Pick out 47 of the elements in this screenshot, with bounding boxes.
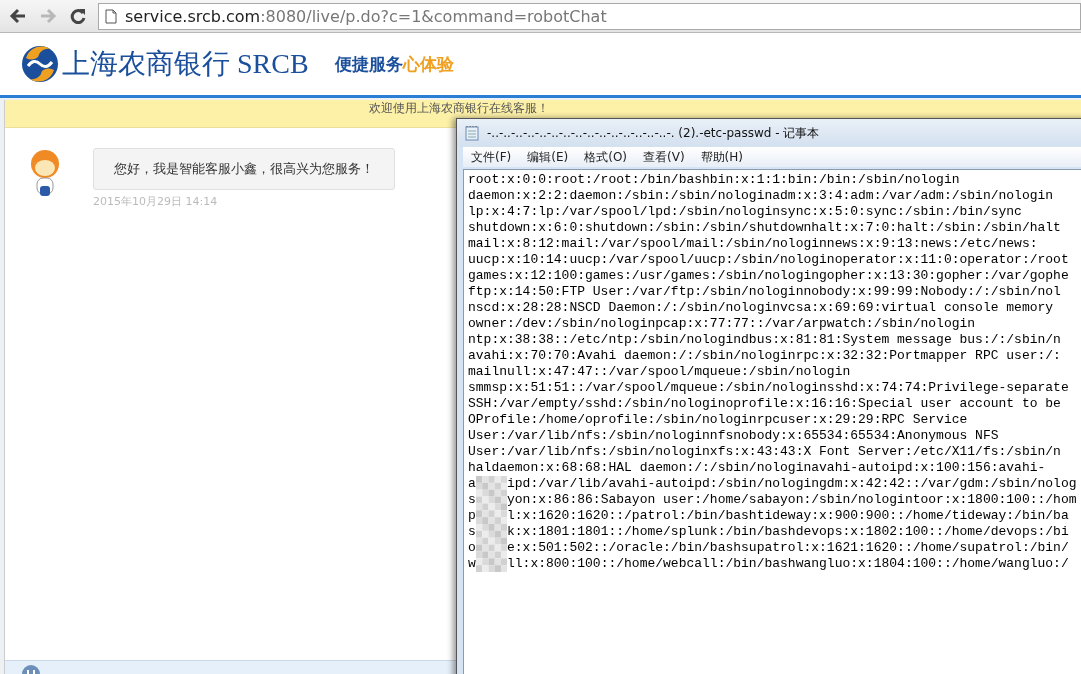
menu-item[interactable]: 编辑(E)	[519, 148, 577, 166]
bank-name: 上海农商银行 SRCB	[62, 47, 309, 81]
back-icon[interactable]	[9, 8, 27, 24]
chat-bubble: 您好，我是智能客服小鑫，很高兴为您服务！	[93, 148, 395, 190]
text-line: yon:x:86:86:Sabayon user:/home/sabayon:/sbin/nologintoor:x:1800:100::/hom	[507, 492, 1077, 508]
text-fragment: p	[468, 508, 476, 524]
address-bar[interactable]: service.srcb.com:8080/live/p.do?c=1&command=robotChat	[98, 2, 1081, 30]
slogan-text: 便捷服务	[334, 52, 403, 76]
text-fragment: w	[468, 556, 476, 572]
text-line: lp:x:4:7:lp:/var/spool/lpd:/sbin/nologinsync:x:5:0:sync:/sbin:/bin/sync	[468, 204, 1022, 220]
text-line: ipd:/var/lib/avahi-autoipd:/sbin/nologingdm:x:42:42::/var/gdm:/sbin/nolog	[507, 476, 1077, 492]
text-line: mailnull:x:47:47::/var/spool/mqueue:/sbin/nologin	[468, 364, 851, 380]
message-time: 2015年10月29日 14:14	[93, 194, 219, 209]
text-line: ntp:x:38:38::/etc/ntp:/sbin/nologindbus:x:81:81:System message bus:/:/sbin/n	[468, 332, 1061, 348]
notepad-icon	[465, 125, 479, 141]
text-line: owner:/dev:/sbin/nologinpcap:x:77:77::/var/arpwatch:/sbin/nologin	[468, 316, 976, 332]
text-line: User:/var/lib/nfs:/sbin/nologinnfsnobody:x:65534:65534:Anonymous NFS	[468, 428, 999, 444]
menu-item[interactable]: 查看(V)	[635, 148, 693, 166]
page-icon	[105, 8, 117, 24]
text-line: ll:x:800:100::/home/webcall:/bin/bashwangluo:x:1804:100::/home/wangluo:/	[507, 556, 1069, 572]
text-line: nscd:x:28:28:NSCD Daemon:/:/sbin/nologinvcsa:x:69:69:virtual console memory	[468, 300, 1054, 316]
text-line: mail:x:8:12:mail:/var/spool/mail:/sbin/nologinnews:x:9:13:news:/etc/news:	[468, 236, 1038, 252]
slogan-accent: 心体验	[402, 52, 454, 76]
text-fragment: o	[468, 540, 476, 556]
menu-item[interactable]: 格式(O)	[576, 148, 636, 166]
menu-item[interactable]: 文件(F)	[463, 148, 520, 166]
text-line: User:/var/lib/nfs:/sbin/nologinxfs:x:43:43:X Font Server:/etc/X11/fs:/sbin/n	[468, 444, 1061, 460]
text-fragment: s	[468, 524, 476, 540]
text-line: shutdown:x:6:0:shutdown:/sbin:/sbin/shutdownhalt:x:7:0:halt:/sbin:/sbin/halt	[468, 220, 1061, 236]
text-line: games:x:12:100:games:/usr/games:/sbin/nologingopher:x:13:30:gopher:/var/gophe	[468, 268, 1069, 284]
bank-logo-icon	[20, 44, 60, 84]
text-line: e:x:501:502::/oracle:/bin/bashsupatrol:x:1621:1620::/home/supatrol:/bin/	[507, 540, 1069, 556]
text-line: ftp:x:14:50:FTP User:/var/ftp:/sbin/nologinnobody:x:99:99:Nobody:/:/sbin/nol	[468, 284, 1061, 300]
menu-item[interactable]: 帮助(H)	[692, 148, 751, 166]
text-line: haldaemon:x:68:68:HAL daemon:/:/sbin/nologinavahi-autoipd:x:100:156:avahi-	[468, 460, 1046, 476]
text-line: root:x:0:0:root:/root:/bin/bashbin:x:1:1:bin:/bin:/sbin/nologin	[468, 172, 960, 188]
text-line: l:x:1620:1620::/patrol:/bin/bashtideway:x:900:900::/home/tideway:/bin/ba	[507, 508, 1069, 524]
text-line: SSH:/var/empty/sshd:/sbin/nologinoprofile:x:16:16:Special user account to be	[468, 396, 1061, 412]
text-line: daemon:x:2:2:daemon:/sbin:/sbin/nologinadm:x:3:4:adm:/var/adm:/sbin/nologin	[468, 188, 1054, 204]
text-line: avahi:x:70:70:Avahi daemon:/:/sbin/nologinrpc:x:32:32:Portmapper RPC user:/:	[468, 348, 1061, 364]
reload-icon[interactable]	[69, 7, 87, 25]
text-line: k:x:1801:1801::/home/splunk:/bin/bashdevops:x:1802:100::/home/devops:/bi	[507, 524, 1069, 540]
text-line: uucp:x:10:14:uucp:/var/spool/uucp:/sbin/nologinoperator:x:11:0:operator:/root	[468, 252, 1069, 268]
text-fragment: a	[468, 476, 476, 492]
text-line: OProfile:/home/oprofile:/sbin/nologinrpcuser:x:29:29:RPC Service	[468, 412, 968, 428]
text-fragment: s	[468, 492, 476, 508]
text-line: smmsp:x:51:51::/var/spool/mqueue:/sbin/nologinsshd:x:74:74:Privilege-separate	[468, 380, 1069, 396]
